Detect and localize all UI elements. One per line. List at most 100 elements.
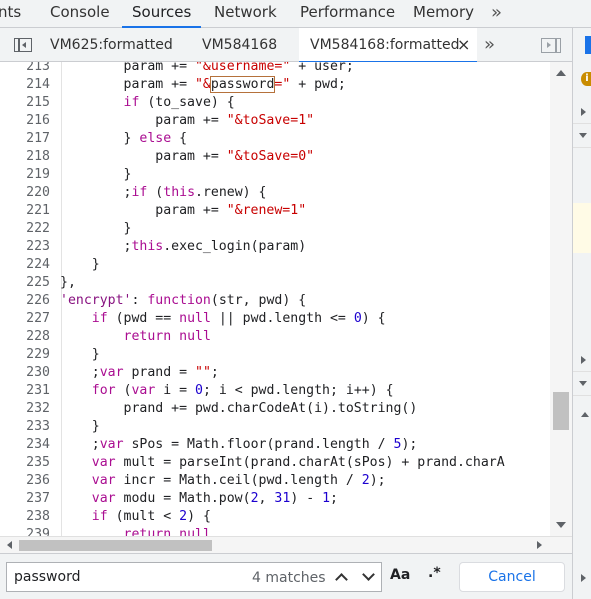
- line-number[interactable]: 238: [0, 508, 50, 526]
- cancel-button[interactable]: Cancel: [459, 562, 565, 592]
- line-code: param += "&password=" + pwd;: [60, 76, 346, 94]
- scroll-right-icon[interactable]: [537, 541, 542, 549]
- line-number[interactable]: 226: [0, 292, 50, 310]
- line-code: }: [60, 346, 100, 364]
- line-number[interactable]: 231: [0, 382, 50, 400]
- code-token: null: [179, 329, 211, 344]
- code-token: i =: [155, 383, 196, 398]
- vertical-scrollbar[interactable]: [550, 62, 572, 536]
- code-editor[interactable]: 213 param += "&username=" + user; 214 par…: [0, 62, 572, 536]
- vertical-scroll-thumb[interactable]: [553, 392, 569, 430]
- next-match-button[interactable]: [357, 566, 381, 590]
- collapse-icon: [579, 133, 587, 138]
- line-number[interactable]: 218: [0, 148, 50, 166]
- line-code: }: [60, 220, 132, 238]
- line-number[interactable]: 230: [0, 364, 50, 382]
- line-code: }: [60, 256, 100, 274]
- line-number[interactable]: 234: [0, 436, 50, 454]
- horizontal-scrollbar[interactable]: [0, 536, 572, 553]
- code-token: param +=: [60, 113, 227, 128]
- line-number[interactable]: 229: [0, 346, 50, 364]
- paused-highlight: [573, 203, 591, 253]
- toggle-debugger-icon[interactable]: [541, 38, 561, 53]
- line-number[interactable]: 224: [0, 256, 50, 274]
- line-number[interactable]: 233: [0, 418, 50, 436]
- line-number[interactable]: 236: [0, 472, 50, 490]
- code-token: .exec_login(param): [163, 239, 307, 254]
- code-token: var: [91, 473, 116, 488]
- line-number[interactable]: 213: [0, 62, 50, 76]
- line-number[interactable]: 237: [0, 490, 50, 508]
- code-token: prand += pwd.charCodeAt(i).toString(): [60, 401, 418, 416]
- line-number[interactable]: 235: [0, 454, 50, 472]
- line-number[interactable]: 232: [0, 400, 50, 418]
- toggle-navigator-icon[interactable]: [14, 38, 32, 52]
- more-files-icon[interactable]: »: [484, 34, 495, 55]
- code-token: if: [131, 185, 148, 200]
- line-number[interactable]: 216: [0, 112, 50, 130]
- line-code: 'encrypt': function(str, pwd) {: [60, 292, 306, 310]
- code-token: }: [60, 257, 100, 272]
- code-token: 'encrypt': [60, 293, 132, 308]
- line-number[interactable]: 221: [0, 202, 50, 220]
- scroll-left-icon[interactable]: [7, 541, 12, 549]
- line-code: ;this.exec_login(param): [60, 238, 307, 256]
- code-token: prand =: [123, 365, 195, 380]
- line-number[interactable]: 239: [0, 526, 50, 536]
- match-case-button[interactable]: Aa: [390, 567, 410, 583]
- file-tab-vm625-formatted[interactable]: VM625:formatted: [50, 28, 173, 62]
- debugger-sidebar: i: [572, 28, 591, 599]
- regex-button[interactable]: .*: [428, 565, 441, 581]
- code-token: if: [91, 509, 108, 524]
- code-token: {: [171, 131, 188, 146]
- sidebar-section-collapsed[interactable]: [573, 124, 591, 148]
- previous-match-button[interactable]: [330, 566, 354, 590]
- line-number[interactable]: 217: [0, 130, 50, 148]
- line-number[interactable]: 228: [0, 328, 50, 346]
- sidebar-section-collapsed[interactable]: [573, 348, 591, 372]
- line-number[interactable]: 227: [0, 310, 50, 328]
- code-token: (to_save) {: [139, 95, 235, 110]
- tab-network[interactable]: Network: [214, 0, 277, 27]
- code-token: ;: [330, 491, 338, 506]
- code-token: :: [131, 293, 148, 308]
- line-number[interactable]: 222: [0, 220, 50, 238]
- more-tabs-icon[interactable]: »: [491, 2, 502, 23]
- expand-icon: [581, 356, 586, 364]
- line-number[interactable]: 215: [0, 94, 50, 112]
- line-code: ;if (this.renew) {: [60, 184, 267, 202]
- scroll-down-icon[interactable]: [556, 522, 566, 528]
- close-tab-icon[interactable]: ×: [457, 28, 470, 62]
- code-token: 2: [179, 509, 188, 524]
- tab-performance[interactable]: Performance: [300, 0, 395, 27]
- line-code: },: [60, 274, 76, 292]
- line-number[interactable]: 223: [0, 238, 50, 256]
- code-token: ;: [60, 185, 132, 200]
- file-tab-vm584168-formatted[interactable]: VM584168:formatted ×: [299, 28, 477, 63]
- search-bar: password 4 matches Aa .* Cancel: [0, 553, 572, 599]
- line-number[interactable]: 225: [0, 274, 50, 292]
- search-input[interactable]: password 4 matches: [6, 562, 382, 592]
- tab-console[interactable]: Console: [50, 0, 110, 27]
- line-number[interactable]: 214: [0, 76, 50, 94]
- tab-sources[interactable]: Sources: [121, 0, 202, 28]
- code-token: "&username=": [194, 62, 291, 74]
- code-token: ;: [210, 365, 219, 380]
- code-token: }: [60, 419, 100, 434]
- sidebar-section-collapsed[interactable]: [573, 566, 591, 590]
- file-tab-vm584168[interactable]: VM584168: [202, 28, 277, 62]
- code-token: ;: [60, 437, 100, 452]
- line-number[interactable]: 220: [0, 184, 50, 202]
- tab-memory[interactable]: Memory: [413, 0, 474, 27]
- line-number[interactable]: 219: [0, 166, 50, 184]
- scroll-up-icon[interactable]: [556, 70, 566, 76]
- tab-elements[interactable]: nts: [0, 0, 21, 27]
- scroll-up-icon[interactable]: [581, 412, 589, 417]
- code-token: 2: [250, 491, 259, 506]
- sidebar-section-expanded[interactable]: [573, 372, 591, 396]
- collapse-icon: [579, 381, 587, 386]
- horizontal-scroll-thumb[interactable]: [19, 540, 212, 551]
- sidebar-section-collapsed[interactable]: [573, 100, 591, 124]
